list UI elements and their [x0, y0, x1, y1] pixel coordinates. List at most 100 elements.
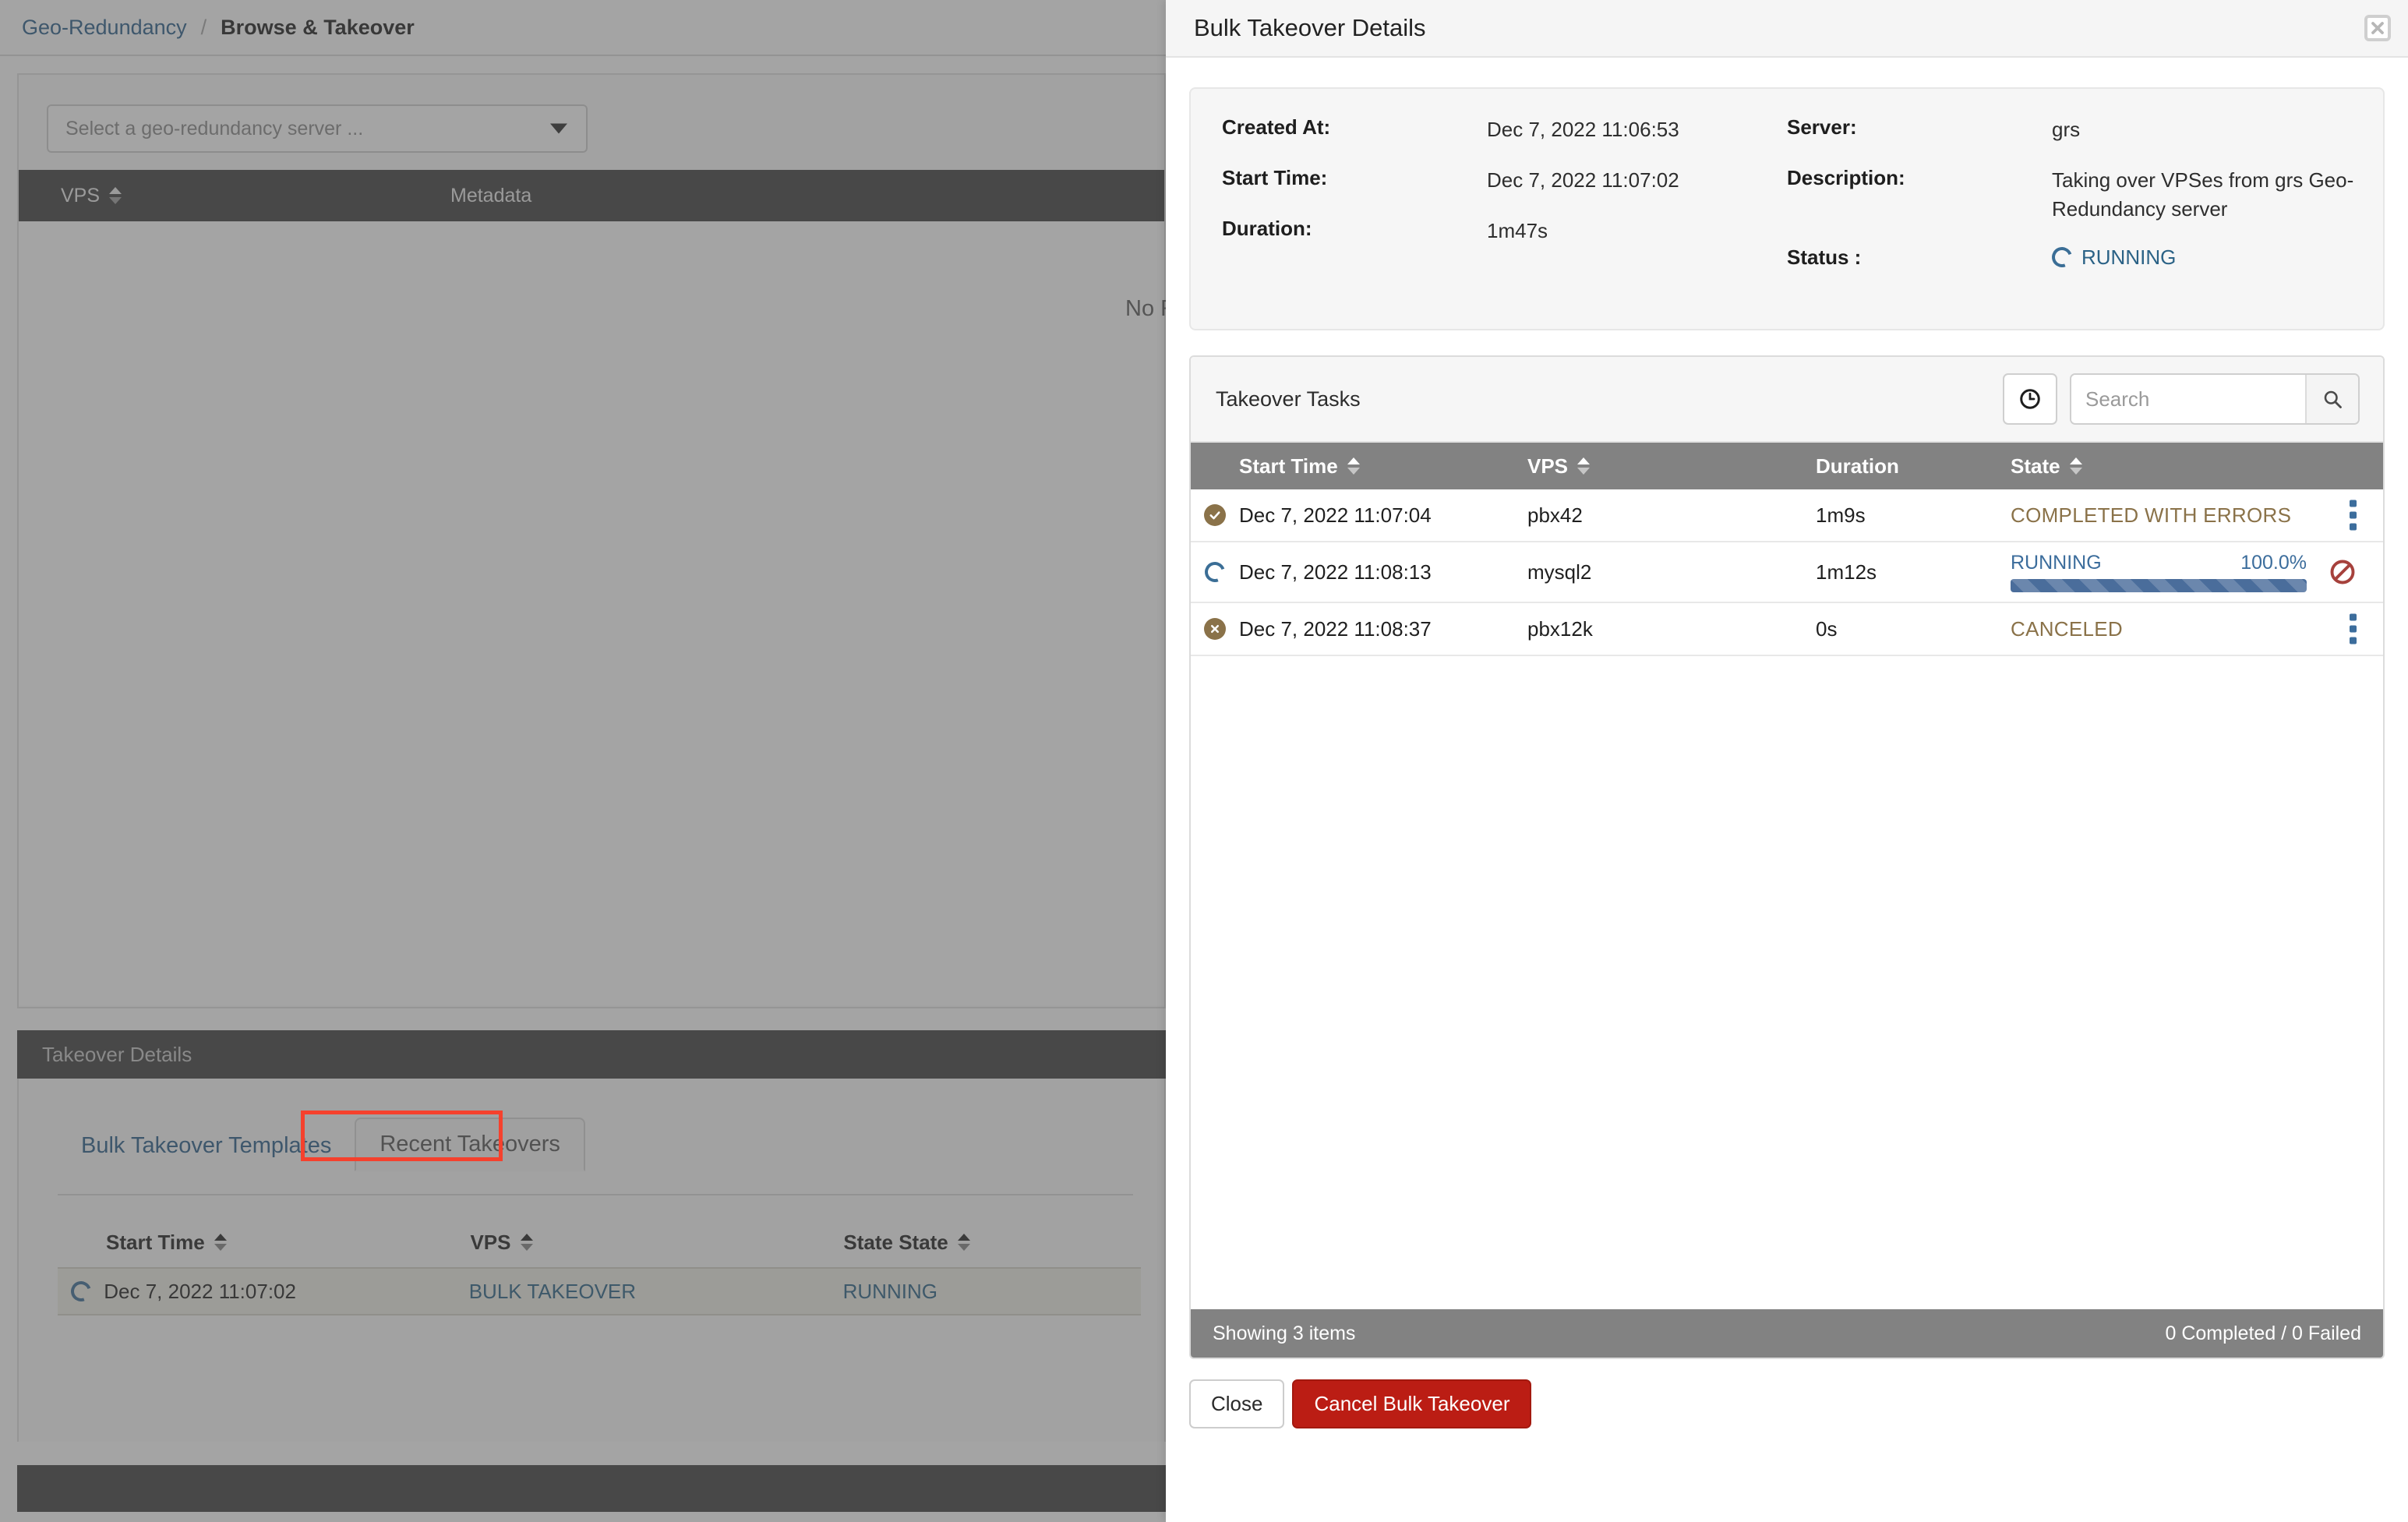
value-server: grs — [2052, 118, 2081, 141]
row-duration: 0s — [1816, 616, 1838, 641]
sort-icon[interactable] — [520, 1234, 533, 1251]
row-vps: pbx42 — [1527, 503, 1583, 527]
tab-recent-takeovers[interactable]: Recent Takeovers — [355, 1118, 585, 1171]
breadcrumb-link-geo-redundancy[interactable]: Geo-Redundancy — [22, 16, 187, 40]
breadcrumb: Geo-Redundancy / Browse & Takeover — [0, 0, 1166, 56]
tasks-title: Takeover Tasks — [1216, 387, 1361, 411]
x-circle-icon — [1191, 618, 1239, 640]
kebab-menu-icon[interactable] — [2350, 500, 2357, 531]
status-badge: RUNNING — [2048, 243, 2177, 271]
cancel-bulk-takeover-button[interactable]: Cancel Bulk Takeover — [1292, 1379, 1532, 1428]
value-start-time: Dec 7, 2022 11:07:02 — [1487, 168, 1679, 192]
breadcrumb-current: Browse & Takeover — [221, 15, 415, 39]
column-header-start-time-label: Start Time — [1239, 454, 1338, 478]
table-row[interactable]: Dec 7, 2022 11:08:37 pbx12k 0s CANCELED — [1191, 603, 2383, 656]
info-row-created-at: Created At: Dec 7, 2022 11:06:53 — [1222, 115, 1767, 144]
table-row[interactable]: Dec 7, 2022 11:07:02 BULK TAKEOVER RUNNI… — [58, 1267, 1141, 1315]
sort-icon[interactable] — [957, 1234, 970, 1251]
takeover-info-card: Created At: Dec 7, 2022 11:06:53 Start T… — [1189, 87, 2385, 330]
spinner-icon — [1191, 558, 1239, 586]
row-state-progress: RUNNING 100.0% — [2011, 552, 2353, 592]
row-duration: 1m9s — [1816, 503, 1866, 527]
info-row-status: Status : RUNNING — [1787, 243, 2364, 271]
row-duration: 1m12s — [1816, 560, 1877, 584]
vps-table-body: No Results — [19, 221, 1166, 1005]
tasks-footer: Showing 3 items 0 Completed / 0 Failed — [1191, 1309, 2383, 1358]
row-state: CANCELED — [2011, 616, 2123, 641]
screen: Geo-Redundancy / Browse & Takeover Selec… — [0, 0, 2408, 1522]
spinner-icon — [58, 1277, 104, 1305]
server-select[interactable]: Select a geo-redundancy server ... — [47, 104, 588, 153]
tab-underline — [58, 1194, 1133, 1195]
tasks-toolbar: Takeover Tasks — [1191, 357, 2383, 443]
column-header-state[interactable]: State — [2011, 454, 2353, 478]
row-start-time: Dec 7, 2022 11:07:04 — [1239, 503, 1432, 527]
search-box — [2070, 373, 2360, 425]
column-header-start-time-label: Start Time — [106, 1230, 205, 1254]
sort-icon[interactable] — [2069, 457, 2082, 475]
column-header-vps[interactable]: VPS — [61, 185, 450, 207]
column-header-state-label: State State — [843, 1230, 948, 1254]
sort-icon[interactable] — [214, 1234, 227, 1251]
sort-icon[interactable] — [1577, 457, 1591, 475]
chevron-down-icon — [550, 123, 567, 134]
column-header-state[interactable]: State State — [843, 1231, 1141, 1255]
info-row-server: Server: grs — [1787, 115, 2364, 144]
kebab-menu-icon[interactable] — [2350, 613, 2357, 644]
status-badge-label: RUNNING — [2081, 245, 2177, 269]
recent-takeovers-header: Start Time VPS State State — [58, 1217, 1141, 1267]
search-input[interactable] — [2071, 375, 2305, 423]
table-row[interactable]: Dec 7, 2022 11:07:04 pbx42 1m9s COMPLETE… — [1191, 489, 2383, 542]
modal-header: Bulk Takeover Details — [1166, 0, 2408, 58]
cancel-icon[interactable] — [2329, 558, 2357, 586]
info-row-duration: Duration: 1m47s — [1222, 217, 1767, 245]
column-header-vps-label: VPS — [470, 1230, 511, 1254]
label-duration: Duration: — [1222, 216, 1312, 240]
close-button[interactable]: Close — [1189, 1379, 1285, 1428]
row-start-time: Dec 7, 2022 11:07:02 — [104, 1279, 296, 1303]
browse-takeover-panel: Select a geo-redundancy server ... VPS M… — [17, 73, 1166, 1008]
row-start-time: Dec 7, 2022 11:08:37 — [1239, 616, 1432, 641]
close-icon[interactable] — [2364, 15, 2391, 41]
label-created-at: Created At: — [1222, 115, 1331, 139]
info-column-right: Server: grs Description: Taking over VPS… — [1787, 115, 2364, 291]
value-description: Taking over VPSes from grs Geo-Redundanc… — [2052, 168, 2354, 221]
bulk-takeover-details-modal: Bulk Takeover Details Created At: Dec 7,… — [1166, 0, 2408, 1522]
sort-icon[interactable] — [1347, 457, 1360, 475]
progress-indicator: RUNNING 100.0% — [2011, 552, 2307, 592]
column-header-metadata[interactable]: Metadata — [450, 185, 840, 207]
row-state: COMPLETED WITH ERRORS — [2011, 503, 2292, 527]
check-circle-icon — [1191, 504, 1239, 526]
column-header-vps[interactable]: VPS — [1527, 454, 1816, 478]
sort-icon[interactable] — [109, 187, 122, 204]
label-status: Status : — [1787, 245, 1862, 269]
tasks-tools — [2003, 373, 2360, 425]
background-page: Geo-Redundancy / Browse & Takeover Selec… — [0, 0, 1166, 1522]
row-vps[interactable]: BULK TAKEOVER — [469, 1280, 843, 1304]
server-select-placeholder: Select a geo-redundancy server ... — [65, 117, 364, 139]
vps-table-header: VPS Metadata — [19, 170, 1164, 221]
info-row-start-time: Start Time: Dec 7, 2022 11:07:02 — [1222, 166, 1767, 195]
column-header-duration-label: Duration — [1816, 454, 1899, 478]
takeover-tasks-card: Takeover Tasks Search Start Time VPS Dur… — [1189, 355, 2385, 1359]
column-header-metadata-label: Metadata — [450, 184, 532, 207]
tasks-footer-summary: 0 Completed / 0 Failed — [2165, 1322, 2361, 1344]
label-description: Description: — [1787, 165, 1905, 189]
column-header-start-time[interactable]: Start Time — [106, 1231, 470, 1255]
tasks-table-header: Start Time VPS Duration State — [1191, 443, 2383, 489]
search-icon[interactable] — [2305, 375, 2358, 423]
table-row[interactable]: Dec 7, 2022 11:08:13 mysql2 1m12s RUNNIN… — [1191, 542, 2383, 603]
tab-bar: Bulk Takeover Templates Recent Takeovers — [58, 1118, 585, 1171]
column-header-duration: Duration — [1816, 454, 2011, 478]
column-header-vps-label: VPS — [61, 184, 101, 207]
label-start-time: Start Time: — [1222, 165, 1328, 189]
progress-percent-label: 100.0% — [2240, 552, 2307, 574]
takeover-details-title: Takeover Details — [17, 1030, 1166, 1079]
column-header-start-time[interactable]: Start Time — [1239, 454, 1527, 478]
info-column-left: Created At: Dec 7, 2022 11:06:53 Start T… — [1222, 115, 1767, 267]
tab-bulk-takeover-templates[interactable]: Bulk Takeover Templates — [58, 1121, 355, 1171]
column-header-vps[interactable]: VPS — [470, 1231, 843, 1255]
spinner-icon — [2048, 243, 2076, 271]
page-title: Bulk Takeover Details — [1194, 14, 1426, 41]
clock-icon[interactable] — [2003, 373, 2057, 425]
